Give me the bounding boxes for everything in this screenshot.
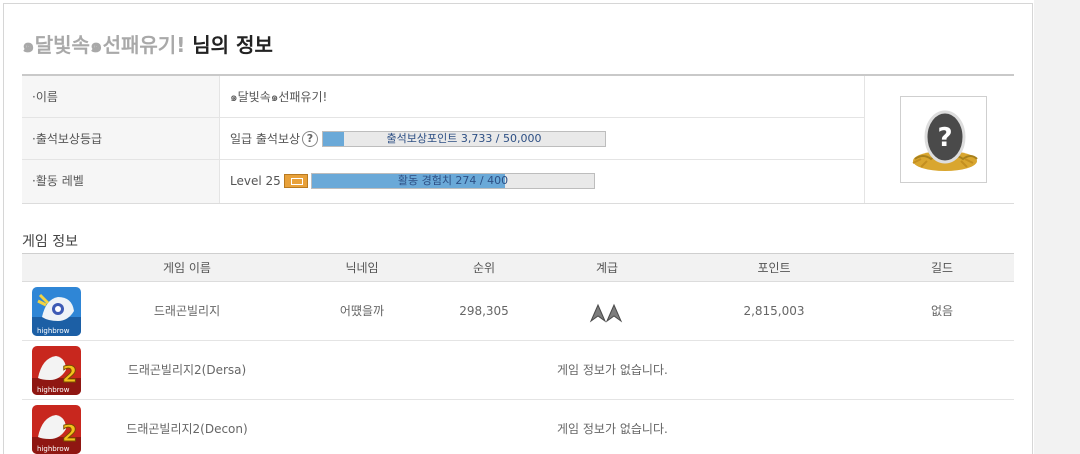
page-title-suffix: 님의 정보 bbox=[185, 33, 273, 57]
page-side-gutter bbox=[1034, 0, 1080, 454]
dragon-village-icon[interactable]: highbrow bbox=[32, 287, 81, 336]
page-title: ๑달빛속๑선패유기! 님의 정보 bbox=[22, 32, 273, 58]
games-table-header: 게임 이름 닉네임 순위 계급 포인트 길드 bbox=[22, 253, 1014, 282]
header-rank: 순위 bbox=[472, 261, 496, 275]
name-value: ๑달빛속๑선패유기! bbox=[230, 90, 328, 104]
egg-in-nest-icon: ? bbox=[912, 110, 978, 171]
header-grade: 계급 bbox=[595, 261, 619, 275]
level-progress-text: 활동 경험치 274 / 400 bbox=[397, 174, 509, 187]
attendance-progress-text: 출석보상포인트 3,733 / 50,000 bbox=[386, 132, 542, 145]
game-guild: 없음 bbox=[930, 304, 954, 318]
name-label: ·이름 bbox=[22, 76, 220, 117]
level-label: ·활동 레벨 bbox=[22, 160, 220, 203]
page-title-nickname: ๑달빛속๑선패유기! bbox=[22, 33, 186, 57]
double-chevron-rank-icon bbox=[557, 282, 657, 340]
level-value: Level 25 bbox=[230, 174, 281, 188]
header-guild: 길드 bbox=[930, 261, 954, 275]
attendance-progress-bar: 출석보상포인트 3,733 / 50,000 bbox=[322, 131, 606, 147]
no-game-info-message: 게임 정보가 없습니다. bbox=[557, 422, 668, 436]
info-row-name: ·이름 ๑달빛속๑선패유기! bbox=[22, 76, 864, 118]
table-row: 2 highbrow 드래곤빌리지2(Decon) 게임 정보가 없습니다. bbox=[22, 400, 1014, 454]
svg-text:2: 2 bbox=[62, 422, 77, 447]
level-badge-icon bbox=[284, 174, 308, 188]
game-name: 드래곤빌리지2(Dersa) bbox=[127, 363, 247, 377]
info-row-level: ·활동 레벨 Level 25 활동 경험치 274 / 400 bbox=[22, 160, 864, 203]
info-row-attendance: ·출석보상등급 일급 출석보상 ? 출석보상포인트 3,733 / 50,000 bbox=[22, 118, 864, 160]
dragon-village-2-icon[interactable]: 2 highbrow bbox=[32, 405, 81, 454]
profile-info-table: ·이름 ๑달빛속๑선패유기! ·출석보상등급 일급 출석보상 ? 출석보상포인트… bbox=[22, 74, 1014, 204]
game-rank: 298,305 bbox=[459, 304, 509, 318]
attendance-label: ·출석보상등급 bbox=[22, 118, 220, 159]
header-point: 포인트 bbox=[757, 261, 791, 275]
games-section-title: 게임 정보 bbox=[22, 234, 78, 250]
table-row: highbrow 드래곤빌리지 어떘을까 298,305 2,815,003 없… bbox=[22, 282, 1014, 341]
avatar: ? bbox=[900, 96, 987, 183]
game-point: 2,815,003 bbox=[743, 304, 805, 318]
game-nickname: 어떘을까 bbox=[339, 304, 385, 318]
game-name: 드래곤빌리지 bbox=[153, 304, 221, 318]
svg-text:highbrow: highbrow bbox=[37, 327, 70, 335]
header-nickname: 닉네임 bbox=[345, 261, 379, 275]
svg-text:highbrow: highbrow bbox=[37, 386, 70, 394]
dragon-village-2-icon[interactable]: 2 highbrow bbox=[32, 346, 81, 395]
no-game-info-message: 게임 정보가 없습니다. bbox=[557, 363, 668, 377]
svg-text:?: ? bbox=[937, 123, 952, 153]
question-circle-icon[interactable]: ? bbox=[302, 131, 318, 147]
svg-text:2: 2 bbox=[62, 363, 77, 388]
header-game-name: 게임 이름 bbox=[163, 261, 211, 275]
game-name: 드래곤빌리지2(Decon) bbox=[126, 422, 248, 436]
table-row: 2 highbrow 드래곤빌리지2(Dersa) 게임 정보가 없습니다. bbox=[22, 341, 1014, 400]
avatar-cell: ? bbox=[864, 76, 1014, 203]
attendance-value: 일급 출석보상 bbox=[230, 132, 301, 146]
level-progress-bar: 활동 경험치 274 / 400 bbox=[311, 173, 595, 189]
svg-text:highbrow: highbrow bbox=[37, 445, 70, 453]
